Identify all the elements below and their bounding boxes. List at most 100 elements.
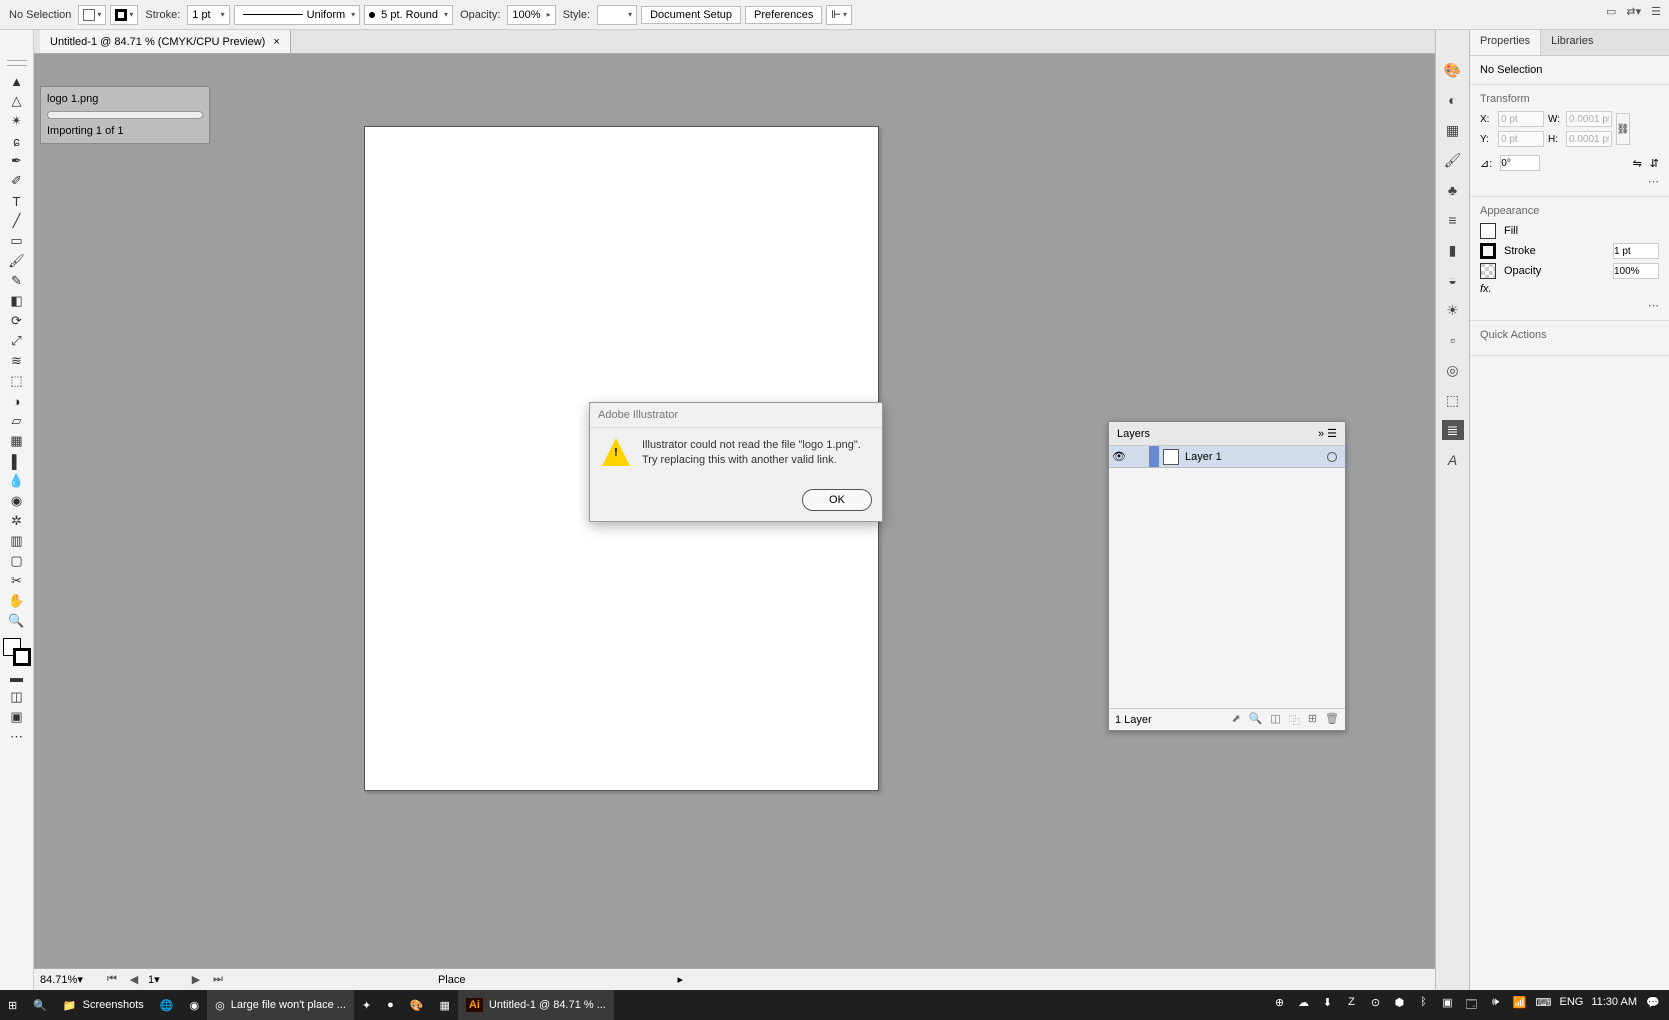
column-graph-tool[interactable]: ▥ <box>5 532 29 550</box>
width-tool[interactable]: ≋ <box>5 352 29 370</box>
search-icon[interactable]: ☰ <box>1651 5 1661 18</box>
tray-icon[interactable]: Z <box>1343 996 1359 1015</box>
battery-icon[interactable]: 🗔 <box>1463 996 1479 1015</box>
shaper-tool[interactable]: ✎ <box>5 272 29 290</box>
eraser-tool[interactable]: ◧ <box>5 292 29 310</box>
h-input[interactable] <box>1566 131 1612 147</box>
keyboard-icon[interactable]: ⌨ <box>1535 996 1551 1015</box>
rectangle-tool[interactable]: ▭ <box>5 232 29 250</box>
bluetooth-icon[interactable]: ᛒ <box>1415 996 1431 1015</box>
rotate-tool[interactable]: ⟳ <box>5 312 29 330</box>
curvature-tool[interactable]: ✐ <box>5 172 29 190</box>
preferences-button[interactable]: Preferences <box>745 6 822 24</box>
target-icon[interactable] <box>1327 452 1337 462</box>
last-artboard-button[interactable]: ⏭ <box>210 973 226 986</box>
visibility-icon[interactable]: 👁 <box>1109 450 1129 463</box>
perspective-tool[interactable]: ▱ <box>5 412 29 430</box>
line-tool[interactable]: ╱ <box>5 212 29 230</box>
brushes-panel-icon[interactable]: 🖌 <box>1442 150 1464 170</box>
close-tab-icon[interactable]: × <box>273 36 279 48</box>
blend-tool[interactable]: ◉ <box>5 492 29 510</box>
color-guide-panel-icon[interactable]: ◐ <box>1442 90 1464 110</box>
zoom-dd[interactable]: 84.71%▾ <box>40 973 98 986</box>
paintbrush-tool[interactable]: 🖌 <box>5 252 29 270</box>
taskbar-app3[interactable]: ● <box>379 990 402 1020</box>
flip-v-icon[interactable]: ⇵ <box>1650 157 1659 170</box>
asset-export-panel-icon[interactable]: ⬚ <box>1442 390 1464 410</box>
gradient-panel-icon[interactable]: ▮ <box>1442 240 1464 260</box>
wifi-icon[interactable]: 📶 <box>1511 996 1527 1015</box>
x-input[interactable] <box>1498 111 1544 127</box>
document-tab[interactable]: Untitled-1 @ 84.71 % (CMYK/CPU Preview) … <box>40 30 291 53</box>
stroke-weight-dd[interactable]: 1 pt▾ <box>187 5 229 25</box>
screen-mode-icon[interactable]: ▣ <box>5 708 29 726</box>
symbol-sprayer-tool[interactable]: ✲ <box>5 512 29 530</box>
fill-stroke-swatch[interactable] <box>3 638 31 666</box>
color-panel-icon[interactable]: 🎨 <box>1442 60 1464 80</box>
delete-layer-icon[interactable]: 🗑 <box>1325 712 1339 728</box>
graphic-styles-panel-icon[interactable]: ▫ <box>1442 330 1464 350</box>
start-button[interactable]: ⊞ <box>0 990 25 1020</box>
stroke-weight-input[interactable] <box>1613 243 1659 259</box>
lasso-tool[interactable]: ɕ <box>5 132 29 150</box>
taskbar-app5[interactable]: ▦ <box>432 990 458 1020</box>
stroke-swatch[interactable] <box>1480 243 1496 259</box>
flip-h-icon[interactable]: ⇋ <box>1633 157 1642 170</box>
opacity-dd[interactable]: 100%▸ <box>507 5 555 25</box>
ok-button[interactable]: OK <box>802 489 872 511</box>
gradient-tool[interactable]: ▌ <box>5 452 29 470</box>
artboard-num-dd[interactable]: 1▾ <box>148 973 182 986</box>
tab-properties[interactable]: Properties <box>1470 30 1541 55</box>
taskbar-app4[interactable]: 🎨 <box>402 990 432 1020</box>
taskbar-edge[interactable]: 🌐 <box>152 990 182 1020</box>
status-menu-icon[interactable]: ▸ <box>677 973 683 986</box>
next-artboard-button[interactable]: ▶ <box>188 973 204 986</box>
y-input[interactable] <box>1498 131 1544 147</box>
symbols-panel-icon[interactable]: ♣ <box>1442 180 1464 200</box>
appearance-panel-icon[interactable]: ☀ <box>1442 300 1464 320</box>
new-layer-icon[interactable]: ⊞ <box>1308 712 1317 728</box>
angle-input[interactable] <box>1500 155 1540 171</box>
workspace-icon[interactable]: ⇄▾ <box>1626 5 1641 18</box>
notifications-icon[interactable]: 💬 <box>1645 996 1661 1015</box>
transparency-panel-icon[interactable]: ◒ <box>1442 270 1464 290</box>
magic-wand-tool[interactable]: ✴ <box>5 112 29 130</box>
mesh-tool[interactable]: ▦ <box>5 432 29 450</box>
stroke-swatch-dd[interactable]: ▾ <box>110 5 138 25</box>
volume-icon[interactable]: 🕪 <box>1487 996 1503 1015</box>
tray-icon[interactable]: ⊙ <box>1367 996 1383 1015</box>
fx-button[interactable]: fx. <box>1480 283 1492 295</box>
swatches-panel-icon[interactable]: ▦ <box>1442 120 1464 140</box>
fill-swatch[interactable] <box>1480 223 1496 239</box>
pen-tool[interactable]: ✒ <box>5 152 29 170</box>
taskbar-folder[interactable]: 📁 Screenshots <box>55 990 152 1020</box>
prev-artboard-button[interactable]: ◀ <box>126 973 142 986</box>
stroke-panel-icon[interactable]: ≡ <box>1442 210 1464 230</box>
tab-libraries[interactable]: Libraries <box>1541 30 1603 55</box>
tray-icon[interactable]: ⬇ <box>1319 996 1335 1015</box>
taskbar-app1[interactable]: ◉ <box>181 990 207 1020</box>
type-panel-icon[interactable]: A <box>1442 450 1464 470</box>
document-setup-button[interactable]: Document Setup <box>641 6 741 24</box>
search-layer-icon[interactable]: 🔍 <box>1249 712 1263 728</box>
selection-tool[interactable]: ▲ <box>5 72 29 90</box>
layer-row[interactable]: 👁 Layer 1 <box>1109 446 1345 468</box>
collapse-icon[interactable]: » <box>1318 428 1324 440</box>
fill-swatch-dd[interactable]: ▾ <box>78 5 106 25</box>
opacity-swatch[interactable] <box>1480 263 1496 279</box>
new-sublayer-icon[interactable]: ⿻ <box>1289 712 1300 728</box>
panel-grip[interactable] <box>7 60 27 66</box>
appearance-more-icon[interactable]: ⋯ <box>1480 299 1659 312</box>
scale-tool[interactable]: ⤢ <box>5 332 29 350</box>
taskbar-chrome[interactable]: ◎ Large file won't place ... <box>207 990 354 1020</box>
type-tool[interactable]: T <box>5 192 29 210</box>
artboard-tool[interactable]: ▢ <box>5 552 29 570</box>
edit-toolbar-icon[interactable]: ⋯ <box>5 728 29 746</box>
opacity-input[interactable] <box>1613 263 1659 279</box>
shape-builder-tool[interactable]: ◑ <box>5 392 29 410</box>
stroke-profile-dd[interactable]: Uniform▾ <box>234 5 361 25</box>
panel-menu-icon[interactable]: ☰ <box>1327 428 1337 440</box>
draw-mode-icon[interactable]: ◫ <box>5 688 29 706</box>
zoom-tool[interactable]: 🔍 <box>5 612 29 630</box>
color-mode-icon[interactable]: ▬ <box>5 668 29 686</box>
